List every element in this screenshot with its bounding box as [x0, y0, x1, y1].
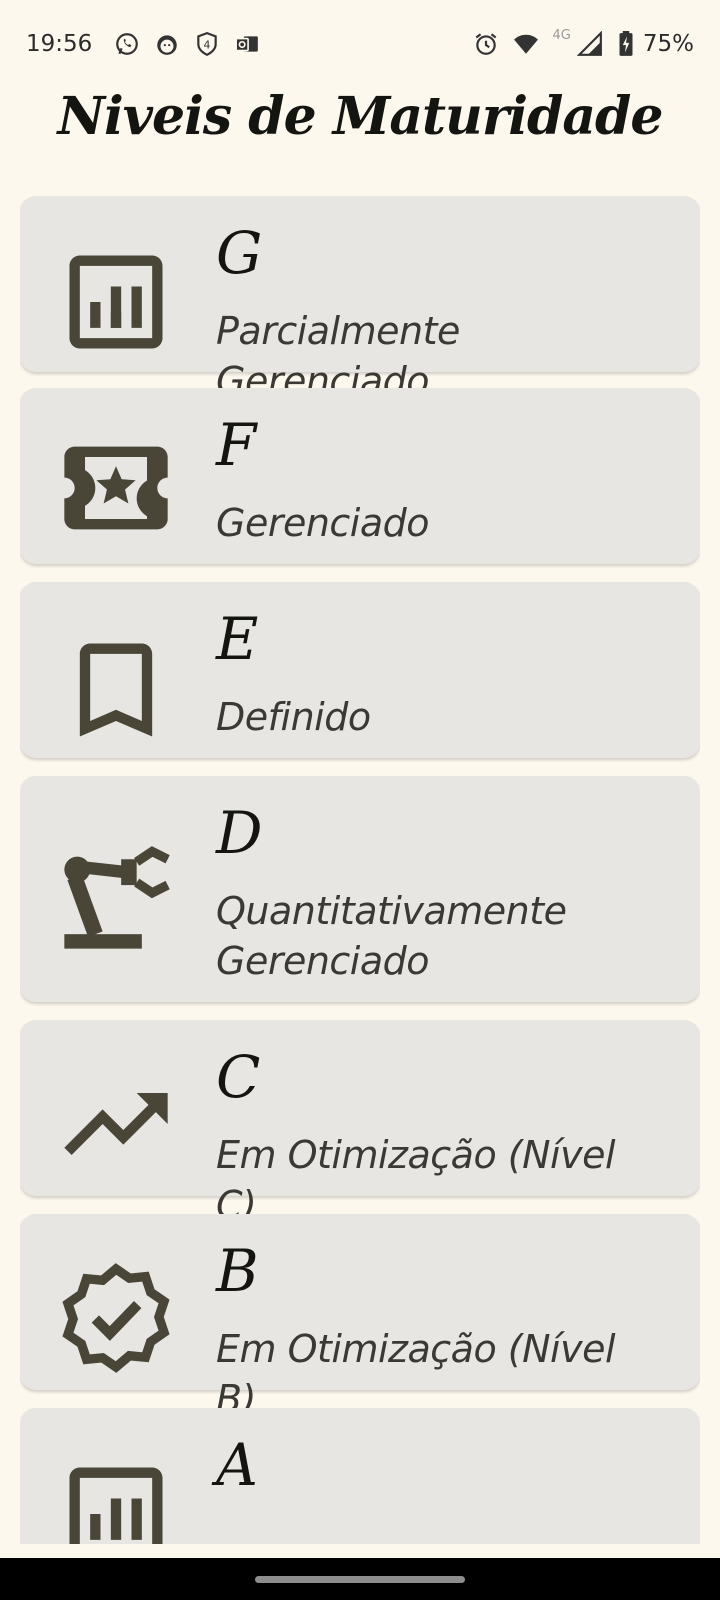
outlook-icon	[234, 31, 260, 57]
alarm-icon	[473, 31, 499, 57]
cat-app-icon	[154, 31, 180, 57]
level-card-f[interactable]: F Gerenciado	[20, 388, 700, 564]
level-card-d[interactable]: D Quantitativamente Gerenciado	[20, 776, 700, 1002]
level-card-g[interactable]: G Parcialmente Gerenciado	[20, 196, 700, 403]
clock: 19:56	[26, 31, 93, 57]
level-letter: F	[216, 411, 257, 479]
level-letter: C	[216, 1043, 261, 1111]
whatsapp-icon	[114, 31, 140, 57]
maturity-level-list[interactable]: G Parcialmente Gerenciado F Gerenciado E…	[20, 196, 700, 1544]
home-gesture-handle[interactable]	[255, 1576, 465, 1583]
level-letter: D	[216, 799, 263, 867]
ticket-star-icon	[54, 426, 178, 550]
bar-chart-box-icon	[54, 1452, 178, 1544]
level-letter: G	[216, 219, 263, 287]
navigation-bar	[0, 1558, 720, 1600]
level-name: Quantitativamente Gerenciado	[216, 889, 567, 983]
level-card-b[interactable]: B Em Otimização (Nível B)	[20, 1214, 700, 1421]
level-letter: A	[216, 1431, 258, 1499]
robot-arm-icon	[54, 836, 178, 960]
shield-four-icon: 4	[194, 31, 220, 57]
battery-percentage: 75%	[642, 31, 694, 57]
status-bar-left: 19:56 4	[26, 31, 260, 57]
verified-badge-icon	[54, 1256, 178, 1380]
trending-up-icon	[54, 1062, 178, 1186]
cell-signal-icon	[576, 31, 603, 57]
status-bar-right: 4G 75%	[473, 27, 694, 57]
level-card-c[interactable]: C Em Otimização (Nível C)	[20, 1020, 700, 1227]
network-type-label: 4G	[552, 27, 571, 43]
page-title: Niveis de Maturidade	[57, 86, 664, 147]
status-bar: 19:56 4 4G 75%	[0, 0, 720, 88]
level-name: Definido	[216, 695, 371, 739]
level-letter: E	[216, 605, 259, 673]
level-name: Gerenciado	[216, 501, 430, 545]
level-card-a[interactable]: A	[20, 1408, 700, 1544]
bookmark-icon	[54, 628, 178, 752]
level-letter: B	[216, 1237, 259, 1305]
svg-text:4: 4	[204, 38, 211, 51]
battery-charging-icon	[617, 31, 635, 57]
wifi-icon	[513, 31, 539, 57]
level-card-e[interactable]: E Definido	[20, 582, 700, 758]
bar-chart-box-icon	[54, 240, 178, 364]
